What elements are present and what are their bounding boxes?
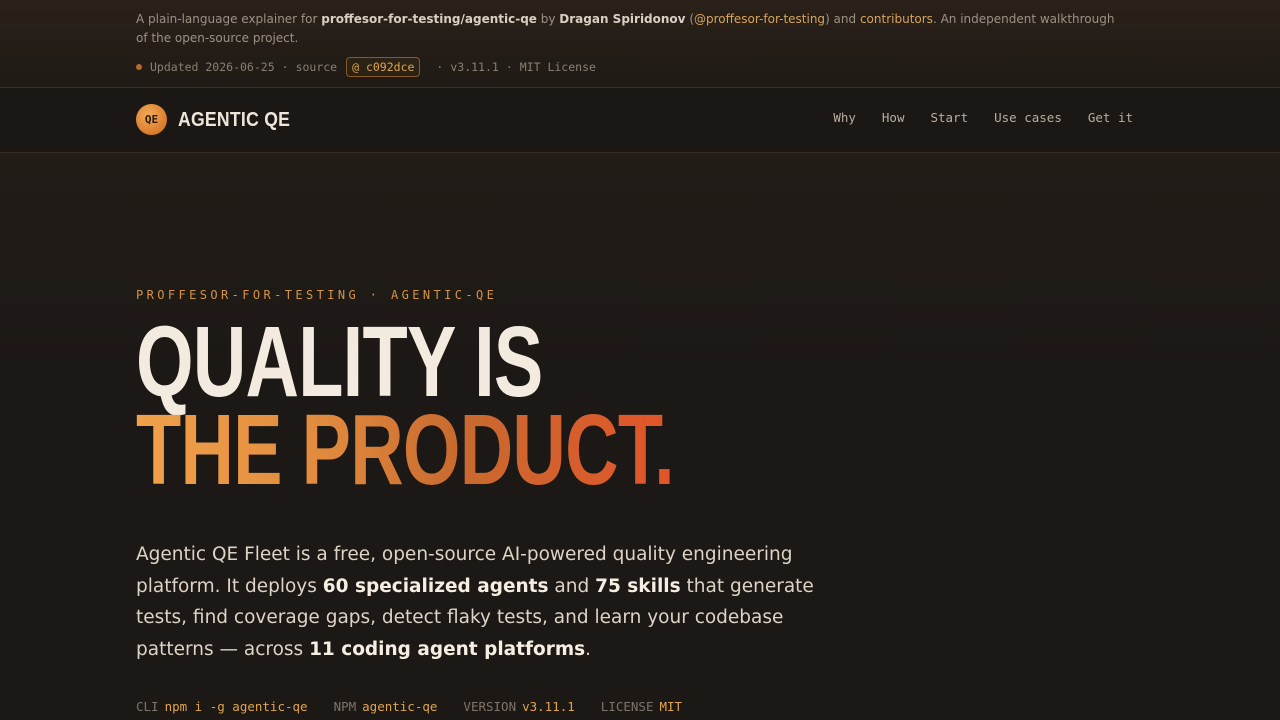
nav-link-use-cases[interactable]: Use cases bbox=[994, 110, 1062, 125]
main-nav: QE AGENTIC QE Why How Start Use cases Ge… bbox=[0, 88, 1280, 153]
source-label: source bbox=[295, 60, 338, 74]
nav-link-start[interactable]: Start bbox=[930, 110, 968, 125]
nav-link-how[interactable]: How bbox=[882, 110, 905, 125]
fact-value: v3.11.1 bbox=[522, 699, 575, 714]
hero-eyebrow: PROFFESOR-FOR-TESTING · AGENTIC-QE bbox=[136, 288, 498, 302]
lead-highlight-skills: 75 skills bbox=[595, 575, 681, 597]
intro-paren-open: ( bbox=[685, 12, 695, 26]
status-dot-icon bbox=[136, 64, 142, 70]
fact-key: NPM bbox=[333, 699, 357, 714]
intro-text: A plain-language explainer for proffesor… bbox=[136, 10, 1126, 48]
quick-facts: CLI npm i -g agentic-qe NPM agentic-qe VER… bbox=[136, 699, 682, 714]
commit-sha-badge[interactable]: @ c092dce bbox=[346, 57, 421, 77]
fact-key: CLI bbox=[136, 699, 159, 714]
author-name: Dragan Spiridonov bbox=[559, 12, 686, 26]
nav-link-why[interactable]: Why bbox=[833, 110, 856, 125]
fact-key: LICENSE bbox=[600, 699, 654, 714]
logo-icon[interactable]: QE bbox=[136, 104, 167, 135]
top-info-bar: A plain-language explainer for proffesor… bbox=[0, 0, 1280, 88]
repo-link[interactable]: proffesor-for-testing/agentic-qe bbox=[321, 12, 537, 26]
separator: · bbox=[505, 60, 513, 74]
version-text: v3.11.1 bbox=[450, 60, 499, 74]
fact-version: VERSION v3.11.1 bbox=[463, 699, 574, 714]
hero-title-line-1: QUALITY IS bbox=[136, 306, 543, 418]
meta-line: Updated 2026-06-25 · source @ c092dce · … bbox=[136, 57, 596, 77]
brand-name[interactable]: AGENTIC QE bbox=[178, 108, 290, 132]
intro-paren-close: ) and bbox=[825, 12, 860, 26]
hero-title-line-2: THE PRODUCT. bbox=[136, 394, 675, 506]
fact-value: MIT bbox=[659, 699, 683, 714]
lead-text: and bbox=[548, 575, 596, 597]
fact-key: VERSION bbox=[463, 699, 517, 714]
fact-npm: NPM agentic-qe bbox=[334, 699, 438, 714]
separator: · bbox=[281, 60, 289, 74]
updated-date: Updated 2026-06-25 bbox=[150, 60, 275, 74]
fact-value[interactable]: agentic-qe bbox=[362, 699, 437, 714]
fact-license: LICENSE MIT bbox=[601, 699, 682, 714]
intro-prefix: A plain-language explainer for bbox=[136, 12, 322, 26]
lead-text: . bbox=[585, 638, 592, 660]
fact-cli: CLI npm i -g agentic-qe bbox=[136, 699, 308, 714]
nav-link-get-it[interactable]: Get it bbox=[1088, 110, 1133, 125]
separator: · bbox=[436, 60, 444, 74]
lead-highlight-platforms: 11 coding agent platforms bbox=[309, 638, 586, 660]
fact-value[interactable]: npm i -g agentic-qe bbox=[165, 699, 308, 714]
author-handle-link[interactable]: @proffesor-for-testing bbox=[694, 12, 825, 26]
lead-highlight-agents: 60 specialized agents bbox=[322, 575, 549, 597]
nav-links: Why How Start Use cases Get it bbox=[833, 110, 1133, 125]
contributors-link[interactable]: contributors bbox=[860, 12, 933, 26]
hero-lead: Agentic QE Fleet is a free, open-source … bbox=[136, 539, 856, 665]
intro-by: by bbox=[536, 12, 560, 26]
license-text: MIT License bbox=[519, 60, 596, 74]
